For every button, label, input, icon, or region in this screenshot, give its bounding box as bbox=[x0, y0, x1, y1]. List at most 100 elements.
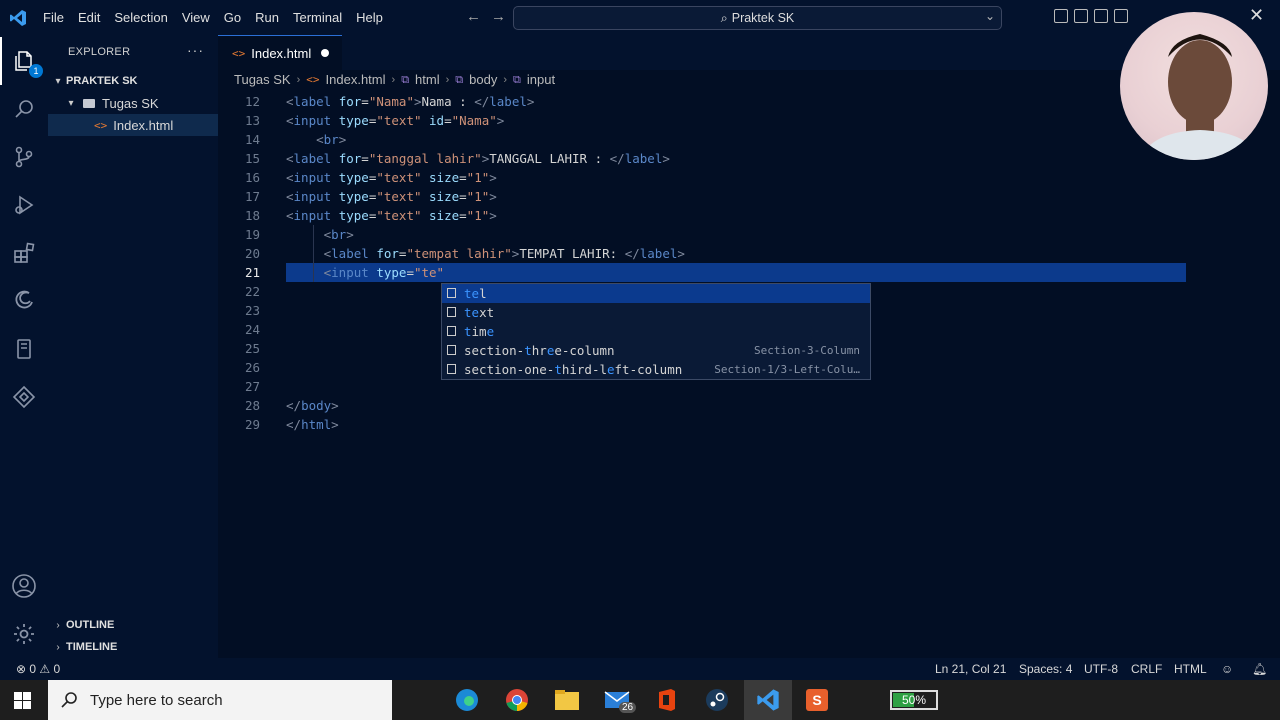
back-arrow-icon[interactable]: ← bbox=[466, 8, 491, 25]
settings-gear-icon[interactable] bbox=[0, 610, 48, 658]
breadcrumb-input[interactable]: input bbox=[527, 72, 555, 87]
encoding[interactable]: UTF-8 bbox=[1084, 662, 1118, 676]
code-line[interactable]: 17 <input type="text" size="1"> bbox=[218, 187, 1280, 206]
menu-run[interactable]: Run bbox=[248, 0, 286, 35]
vscode-logo-icon bbox=[0, 0, 36, 35]
line-number: 14 bbox=[244, 132, 260, 147]
mail-icon[interactable]: 26 bbox=[601, 684, 637, 716]
menu-terminal[interactable]: Terminal bbox=[286, 0, 349, 35]
breadcrumb-html[interactable]: html bbox=[415, 72, 440, 87]
extensions-icon[interactable] bbox=[0, 229, 48, 277]
toggle-sidebar-icon[interactable] bbox=[1054, 9, 1068, 23]
run-debug-icon[interactable] bbox=[0, 181, 48, 229]
menu-view[interactable]: View bbox=[175, 0, 217, 35]
chevron-right-icon: › bbox=[56, 641, 60, 653]
code-line[interactable]: 29 </html> bbox=[218, 415, 1280, 434]
element-icon: ⧉ bbox=[455, 72, 464, 86]
battery-indicator[interactable]: 50% bbox=[890, 690, 938, 710]
code-token: type bbox=[331, 113, 369, 128]
timeline-section-header[interactable]: › TIMELINE bbox=[48, 636, 218, 658]
code-line[interactable]: 19 <br> bbox=[218, 225, 1280, 244]
sublime-text-icon[interactable]: S bbox=[801, 684, 833, 716]
feedback-icon[interactable]: ☺ bbox=[1221, 662, 1233, 676]
suggestion-label-part: hr bbox=[531, 343, 547, 358]
code-token: < bbox=[286, 189, 294, 204]
suggestion-detail: Section-3-Column bbox=[754, 344, 860, 357]
code-line[interactable]: 15 <label for="tanggal lahir">TANGGAL LAH… bbox=[218, 149, 1280, 168]
chevron-down-icon: ▾ bbox=[68, 97, 74, 109]
cursor-position[interactable]: Ln 21, Col 21 bbox=[935, 662, 1006, 676]
suggestion-item[interactable]: time bbox=[442, 322, 870, 341]
edge-devtools-icon[interactable] bbox=[0, 277, 48, 325]
code-line[interactable]: 20 <label for="tempat lahir">TEMPAT LAHI… bbox=[218, 244, 1280, 263]
code-token: input bbox=[293, 208, 332, 223]
edge-browser-icon[interactable] bbox=[451, 684, 483, 716]
code-token: = bbox=[444, 113, 452, 128]
steam-icon[interactable] bbox=[701, 684, 733, 716]
chevron-down-icon[interactable]: ⌄ bbox=[985, 9, 995, 23]
more-actions-icon[interactable]: ··· bbox=[187, 42, 204, 58]
breadcrumb-file[interactable]: Index.html bbox=[326, 72, 386, 87]
vscode-taskbar-icon[interactable] bbox=[744, 680, 792, 720]
code-line[interactable]: 16 <input type="text" size="1"> bbox=[218, 168, 1280, 187]
tab-index-html[interactable]: <> Index.html bbox=[218, 35, 342, 70]
file-explorer-icon[interactable] bbox=[551, 684, 583, 716]
indentation[interactable]: Spaces: 4 bbox=[1019, 662, 1072, 676]
explorer-sidebar: EXPLORER ··· ▾ PRAKTEK SK ▾ Tugas SK <> … bbox=[48, 35, 218, 658]
notifications-bell-icon[interactable]: 🔔︎ bbox=[1252, 662, 1267, 676]
folder-tugas-sk[interactable]: ▾ Tugas SK bbox=[48, 92, 218, 114]
code-line[interactable]: 21 <input type="te" bbox=[218, 263, 1280, 282]
suggestion-item[interactable]: text bbox=[442, 303, 870, 322]
office-icon[interactable] bbox=[651, 684, 683, 716]
code-token: </ bbox=[609, 151, 625, 166]
code-line[interactable]: 18 <input type="text" size="1"> bbox=[218, 206, 1280, 225]
autocomplete-suggestions[interactable]: tel text time section-three-column Section-3… bbox=[441, 283, 871, 380]
suggestion-item[interactable]: section-three-column Section-3-Column bbox=[442, 341, 870, 360]
unsaved-dot-icon[interactable] bbox=[321, 49, 329, 57]
code-token: label bbox=[293, 94, 332, 109]
outline-section-header[interactable]: › OUTLINE bbox=[48, 614, 218, 636]
code-token: "te" bbox=[413, 265, 445, 280]
suggestion-item[interactable]: section-one-third-left-column Section-1/3… bbox=[442, 360, 870, 379]
customize-layout-icon[interactable] bbox=[1114, 9, 1128, 23]
windows-start-icon[interactable] bbox=[14, 692, 31, 714]
command-center[interactable]: ⌕ Praktek SK ⌄ bbox=[513, 6, 1002, 30]
search-icon[interactable] bbox=[0, 85, 48, 133]
suggestion-label-part: e bbox=[607, 362, 615, 377]
menu-file[interactable]: File bbox=[36, 0, 71, 35]
file-index-html[interactable]: <> Index.html bbox=[48, 114, 218, 136]
chrome-browser-icon[interactable] bbox=[501, 684, 533, 716]
element-icon: ⧉ bbox=[513, 72, 521, 86]
suggestion-label: tel bbox=[464, 284, 487, 303]
taskbar-search[interactable]: Type here to search bbox=[48, 680, 392, 720]
code-token: < bbox=[286, 132, 324, 147]
code-line[interactable]: 13 <input type="text" id="Nama"> bbox=[218, 111, 1280, 130]
suggestion-item[interactable]: tel bbox=[442, 284, 870, 303]
window-close-icon[interactable]: ✕ bbox=[1249, 5, 1264, 26]
account-icon[interactable] bbox=[0, 562, 48, 610]
code-line[interactable]: 14 <br> bbox=[218, 130, 1280, 149]
code-token: "text" bbox=[376, 189, 422, 204]
menu-edit[interactable]: Edit bbox=[71, 0, 107, 35]
line-number: 25 bbox=[244, 341, 260, 356]
toggle-secondary-sidebar-icon[interactable] bbox=[1094, 9, 1108, 23]
menu-go[interactable]: Go bbox=[217, 0, 248, 35]
code-token: TEMPAT LAHIR: bbox=[519, 246, 625, 261]
live-share-icon[interactable] bbox=[0, 373, 48, 421]
folder-icon bbox=[83, 98, 95, 108]
toggle-panel-icon[interactable] bbox=[1074, 9, 1088, 23]
source-control-icon[interactable] bbox=[0, 133, 48, 181]
breadcrumb-body[interactable]: body bbox=[469, 72, 497, 87]
menu-help[interactable]: Help bbox=[349, 0, 390, 35]
breadcrumb-folder[interactable]: Tugas SK bbox=[234, 72, 291, 87]
line-endings[interactable]: CRLF bbox=[1131, 662, 1162, 676]
project-section-header[interactable]: ▾ PRAKTEK SK bbox=[48, 70, 218, 92]
code-line[interactable]: 28 </body> bbox=[218, 396, 1280, 415]
explorer-icon[interactable]: 1 bbox=[0, 37, 48, 85]
problems-indicator[interactable]: ⊗ 0 ⚠ 0 bbox=[16, 662, 60, 676]
remote-explorer-icon[interactable] bbox=[0, 325, 48, 373]
language-mode[interactable]: HTML bbox=[1174, 662, 1207, 676]
line-number: 27 bbox=[244, 379, 260, 394]
menu-selection[interactable]: Selection bbox=[107, 0, 174, 35]
code-token: for bbox=[331, 94, 362, 109]
